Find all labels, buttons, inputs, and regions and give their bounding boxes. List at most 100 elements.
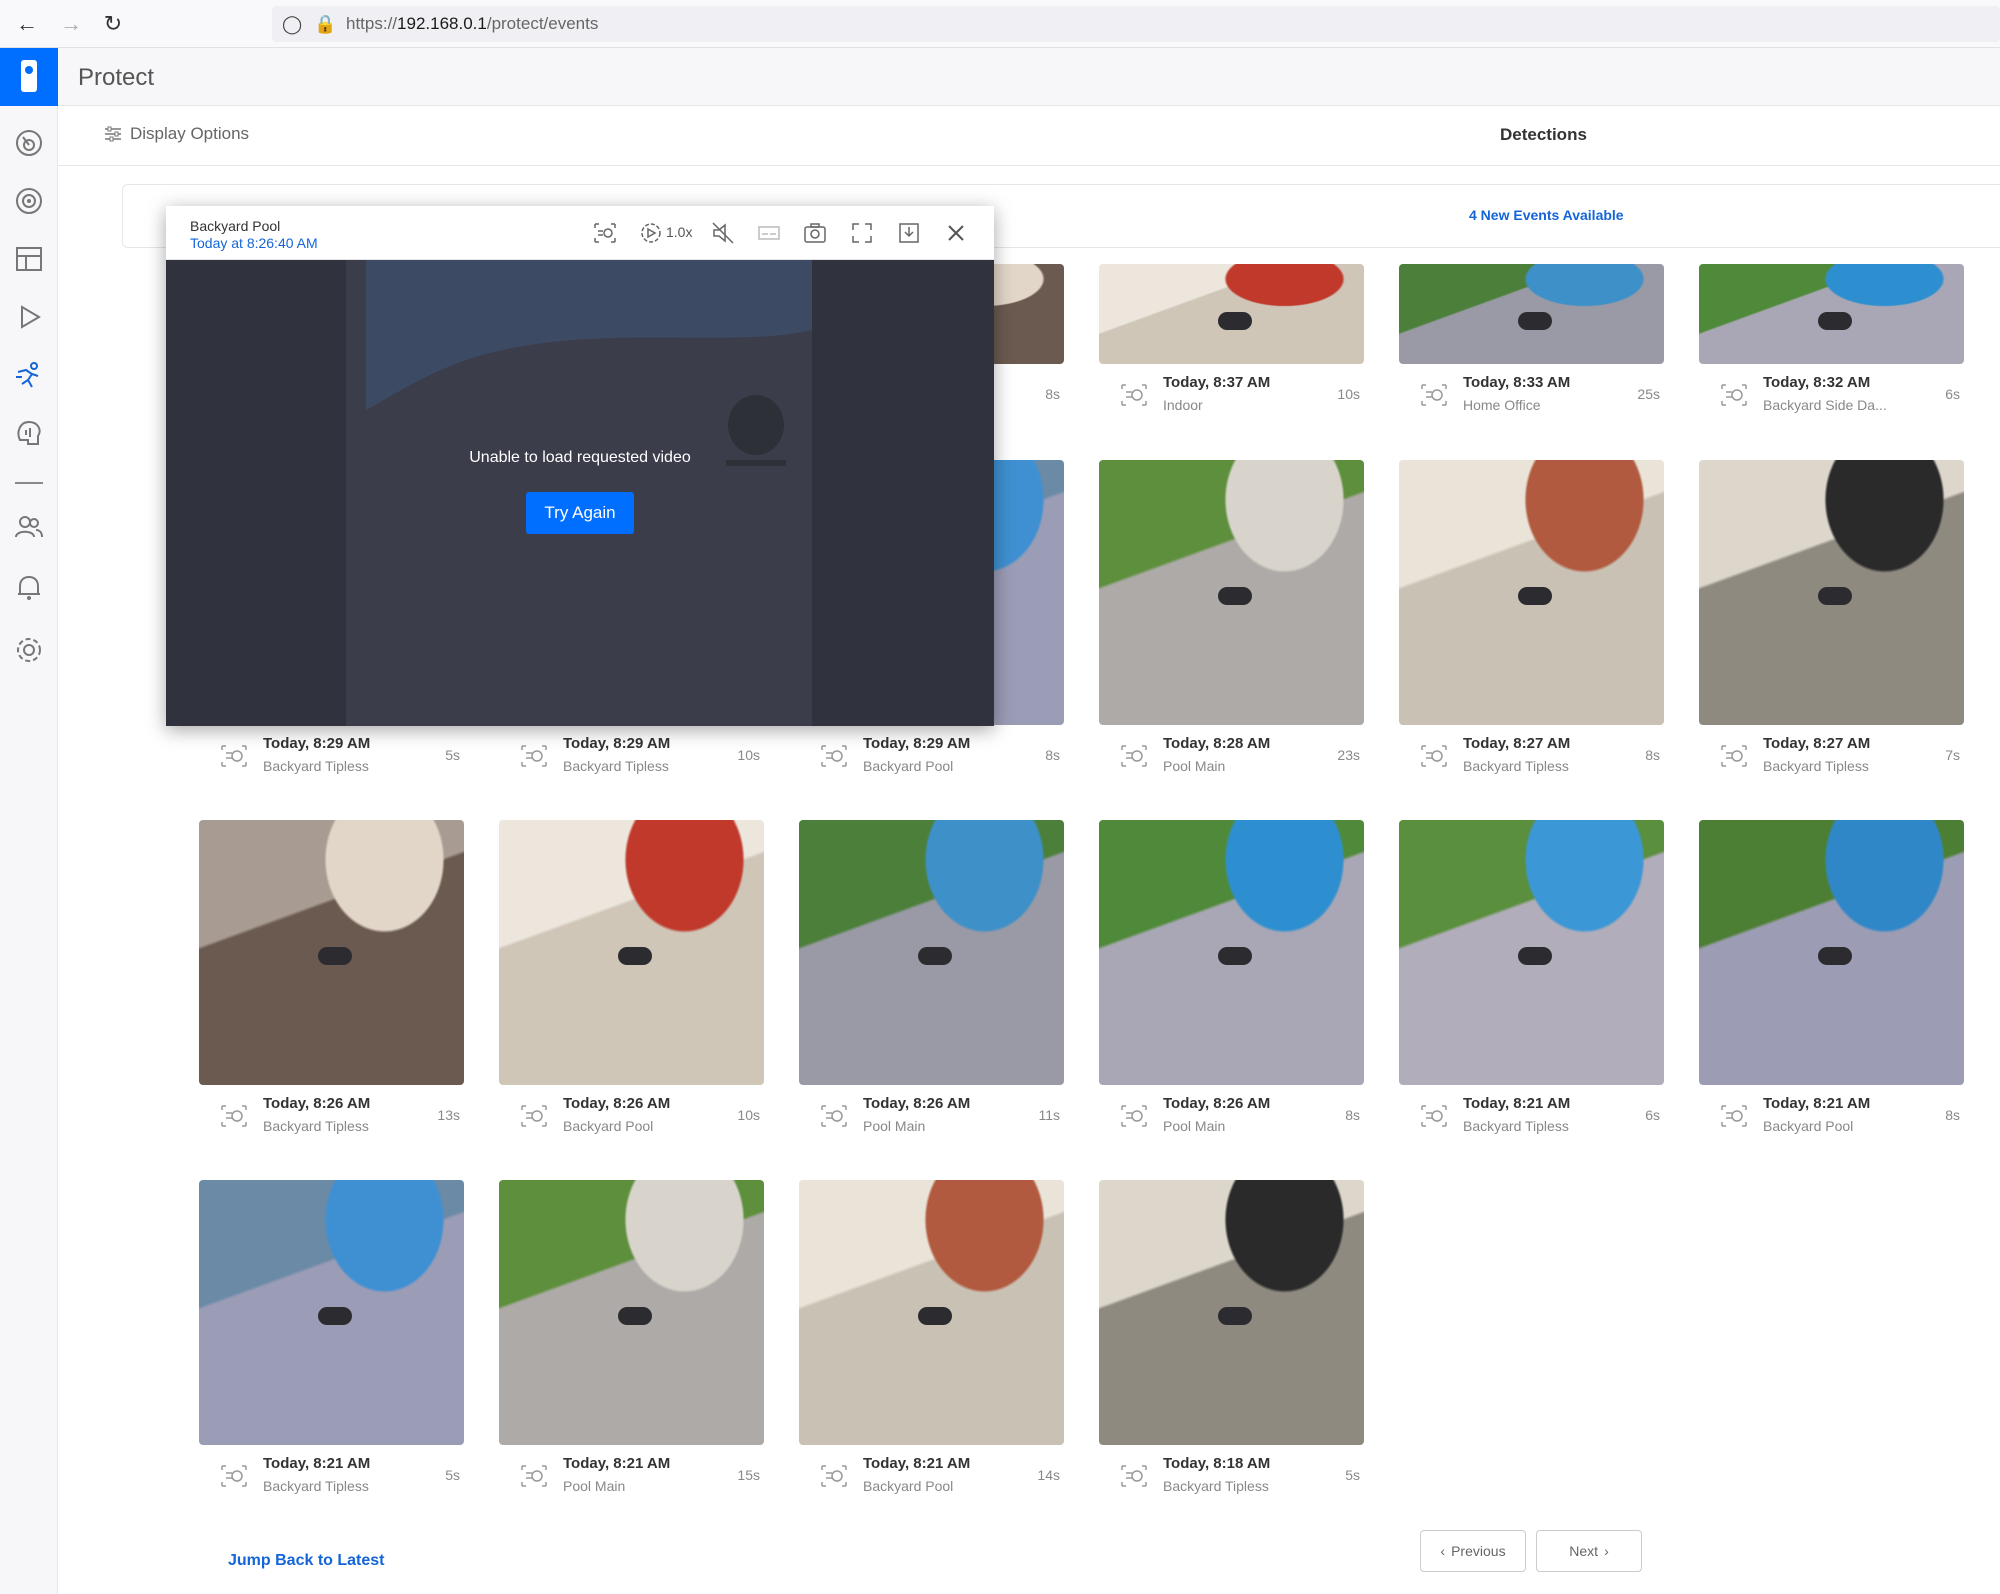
event-meta: Today, 8:21 AM Backyard Pool 8s bbox=[1719, 1095, 1964, 1139]
event-time: Today, 8:29 AM bbox=[263, 735, 371, 752]
jump-back-link[interactable]: Jump Back to Latest bbox=[228, 1552, 384, 1570]
event-time: Today, 8:21 AM bbox=[563, 1455, 671, 1472]
sidebar bbox=[0, 48, 58, 1594]
event-camera: Backyard Tipless bbox=[563, 758, 669, 774]
address-bar[interactable]: ◯ 🔒 https://192.168.0.1/protect/events bbox=[272, 6, 2000, 42]
event-time: Today, 8:26 AM bbox=[563, 1095, 671, 1112]
mute-icon[interactable] bbox=[710, 220, 736, 246]
video-area: Unable to load requested video Try Again bbox=[166, 260, 994, 726]
event-meta: Today, 8:26 AM Pool Main 8s bbox=[1119, 1095, 1364, 1139]
event-camera: Indoor bbox=[1163, 397, 1203, 413]
event-thumbnail[interactable] bbox=[799, 820, 1064, 1085]
event-camera: Backyard Tipless bbox=[263, 758, 369, 774]
event-time: Today, 8:27 AM bbox=[1463, 735, 1571, 752]
event-card[interactable]: Today, 8:26 AM Pool Main 11s bbox=[799, 820, 1064, 1150]
dashboard-icon[interactable] bbox=[14, 128, 44, 158]
event-meta: Today, 8:29 AM Backyard Pool 8s bbox=[819, 735, 1064, 779]
thumbnail-subject bbox=[1818, 947, 1853, 966]
previous-button[interactable]: ‹ Previous bbox=[1420, 1530, 1526, 1572]
event-camera: Pool Main bbox=[863, 1118, 926, 1134]
event-time: Today, 8:29 AM bbox=[563, 735, 671, 752]
event-camera: Backyard Tipless bbox=[263, 1118, 369, 1134]
back-icon[interactable]: ← bbox=[12, 10, 42, 38]
event-thumbnail[interactable] bbox=[1099, 820, 1364, 1085]
app-header: Protect bbox=[58, 48, 2000, 106]
next-button[interactable]: Next › bbox=[1536, 1530, 1642, 1572]
event-duration: 6s bbox=[1945, 386, 1960, 402]
event-camera: Backyard Pool bbox=[863, 1478, 954, 1494]
events-toolbar: Display Options Detections bbox=[58, 106, 2000, 166]
event-duration: 8s bbox=[1945, 1107, 1960, 1123]
event-thumbnail[interactable] bbox=[199, 1180, 464, 1445]
gear-icon[interactable] bbox=[14, 635, 44, 665]
event-thumbnail[interactable] bbox=[1399, 460, 1664, 725]
event-thumbnail[interactable] bbox=[1699, 264, 1964, 364]
event-thumbnail[interactable] bbox=[1099, 264, 1364, 364]
playback-speed-icon[interactable] bbox=[638, 220, 664, 246]
event-thumbnail[interactable] bbox=[1099, 460, 1364, 725]
event-card[interactable]: Today, 8:27 AM Backyard Tipless 7s bbox=[1699, 460, 1964, 790]
event-card[interactable]: Today, 8:27 AM Backyard Tipless 8s bbox=[1399, 460, 1664, 790]
event-thumbnail[interactable] bbox=[799, 1180, 1064, 1445]
event-thumbnail[interactable] bbox=[1099, 1180, 1364, 1445]
liveview-icon[interactable] bbox=[14, 244, 44, 274]
audio-icon[interactable] bbox=[14, 418, 44, 448]
event-card[interactable]: Today, 8:18 AM Backyard Tipless 5s bbox=[1099, 1180, 1364, 1510]
event-card[interactable]: Today, 8:28 AM Pool Main 23s bbox=[1099, 460, 1364, 790]
subtitles-icon[interactable] bbox=[756, 220, 782, 246]
reload-icon[interactable]: ↻ bbox=[98, 10, 128, 38]
detections-tab[interactable]: Detections bbox=[1500, 125, 1587, 145]
event-camera: Backyard Tipless bbox=[1463, 758, 1569, 774]
previous-label: Previous bbox=[1451, 1543, 1506, 1559]
users-icon[interactable] bbox=[14, 512, 44, 542]
event-meta: Today, 8:28 AM Pool Main 23s bbox=[1119, 735, 1364, 779]
browser-toolbar: ← → ↻ ◯ 🔒 https://192.168.0.1/protect/ev… bbox=[0, 0, 2000, 48]
forward-icon[interactable]: → bbox=[56, 10, 86, 38]
thumbnail-subject bbox=[1518, 587, 1553, 606]
event-thumbnail[interactable] bbox=[499, 1180, 764, 1445]
event-thumbnail[interactable] bbox=[499, 820, 764, 1085]
bell-icon[interactable] bbox=[14, 572, 44, 602]
event-card[interactable]: Today, 8:21 AM Backyard Pool 8s bbox=[1699, 820, 1964, 1150]
event-card[interactable]: Today, 8:26 AM Backyard Pool 10s bbox=[499, 820, 764, 1150]
video-player-modal: Backyard Pool Today at 8:26:40 AM 1.0x U… bbox=[166, 206, 994, 726]
close-icon[interactable] bbox=[943, 220, 969, 246]
event-thumbnail[interactable] bbox=[1699, 820, 1964, 1085]
event-duration: 5s bbox=[445, 1467, 460, 1483]
display-options-label: Display Options bbox=[130, 124, 250, 143]
motion-icon bbox=[1721, 1105, 1747, 1127]
playback-speed-label[interactable]: 1.0x bbox=[666, 224, 692, 240]
motion-icon bbox=[1421, 1105, 1447, 1127]
event-card[interactable]: Today, 8:21 AM Pool Main 15s bbox=[499, 1180, 764, 1510]
new-events-link[interactable]: 4 New Events Available bbox=[1469, 207, 1624, 223]
event-time: Today, 8:29 AM bbox=[863, 735, 971, 752]
sidebar-divider bbox=[15, 482, 43, 484]
detections-icon[interactable] bbox=[14, 360, 44, 390]
event-card[interactable]: Today, 8:21 AM Backyard Pool 14s bbox=[799, 1180, 1064, 1510]
lock-icon: 🔒 bbox=[314, 14, 337, 34]
event-thumbnail[interactable] bbox=[199, 820, 464, 1085]
event-thumbnail[interactable] bbox=[1399, 264, 1664, 364]
next-label: Next bbox=[1569, 1543, 1599, 1559]
download-icon[interactable] bbox=[896, 220, 922, 246]
try-again-button[interactable]: Try Again bbox=[526, 492, 634, 534]
fullscreen-icon[interactable] bbox=[849, 220, 875, 246]
event-thumbnail[interactable] bbox=[1399, 820, 1664, 1085]
play-icon[interactable] bbox=[14, 302, 44, 332]
event-card[interactable]: Today, 8:26 AM Pool Main 8s bbox=[1099, 820, 1364, 1150]
motion-icon bbox=[521, 1465, 547, 1487]
motion-icon bbox=[1421, 384, 1447, 406]
event-card[interactable]: Today, 8:26 AM Backyard Tipless 13s bbox=[199, 820, 464, 1150]
protect-logo[interactable] bbox=[0, 48, 58, 106]
event-card[interactable]: Today, 8:21 AM Backyard Tipless 5s bbox=[199, 1180, 464, 1510]
url-text: https://192.168.0.1/protect/events bbox=[346, 14, 599, 33]
event-card[interactable]: Today, 8:21 AM Backyard Tipless 6s bbox=[1399, 820, 1664, 1150]
camera-icon[interactable] bbox=[14, 186, 44, 216]
event-camera: Backyard Side Da... bbox=[1763, 397, 1887, 413]
motion-icon[interactable] bbox=[592, 220, 618, 246]
thumbnail-subject bbox=[918, 947, 953, 966]
display-options-button[interactable]: Display Options bbox=[104, 124, 249, 144]
motion-icon bbox=[221, 1105, 247, 1127]
event-thumbnail[interactable] bbox=[1699, 460, 1964, 725]
snapshot-icon[interactable] bbox=[802, 220, 828, 246]
